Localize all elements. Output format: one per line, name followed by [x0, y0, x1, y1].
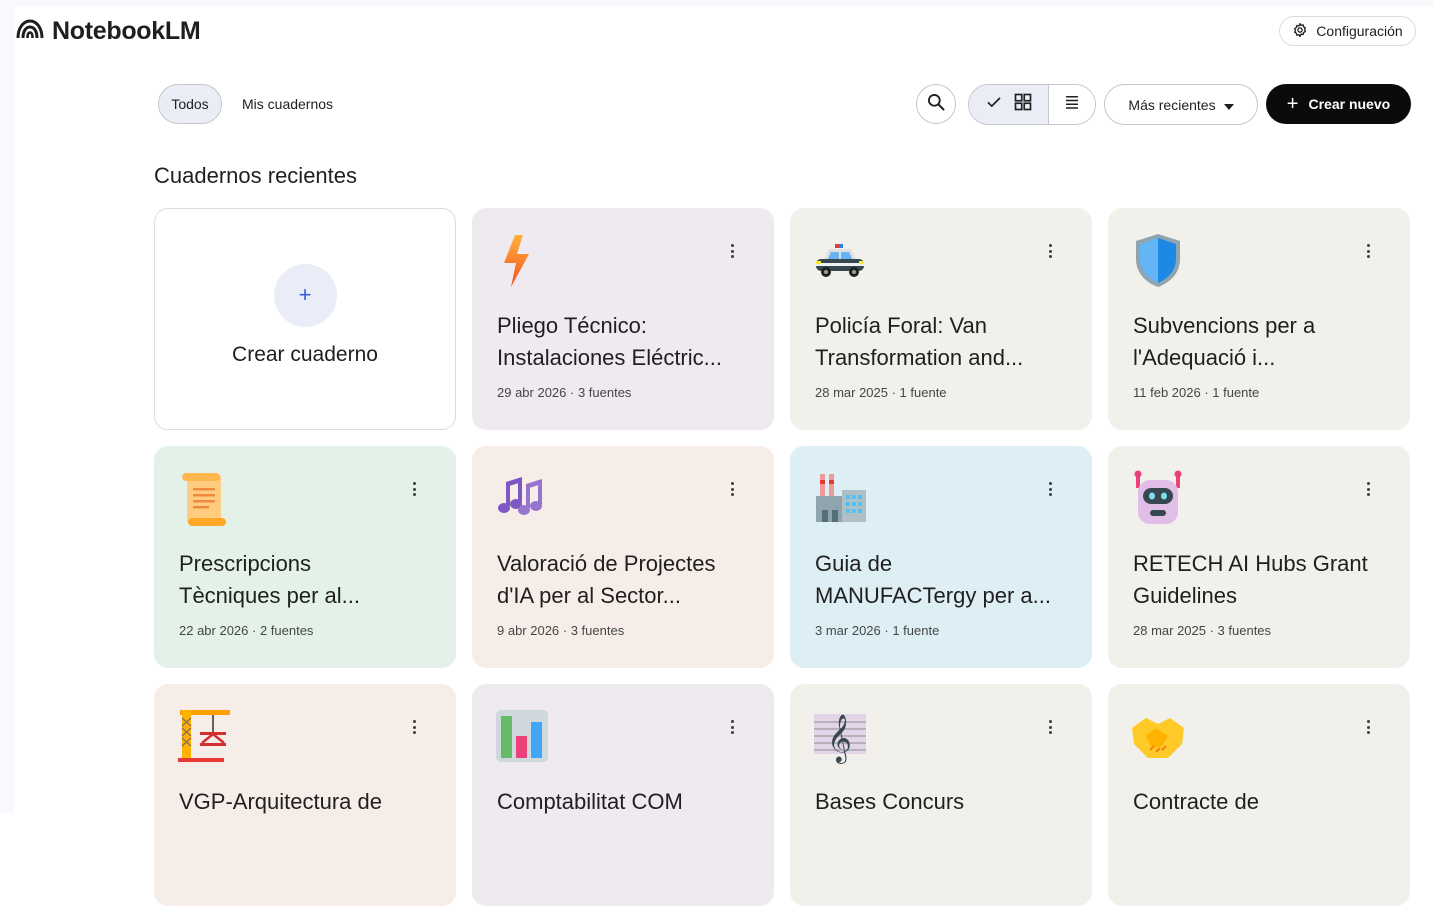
sort-dropdown[interactable]: Más recientes	[1104, 84, 1258, 125]
more-options-icon[interactable]	[1048, 720, 1052, 734]
notebook-card[interactable]: VGP-Arquitectura de	[154, 684, 456, 906]
grid-icon	[1013, 92, 1033, 117]
search-icon	[926, 92, 946, 117]
notebooklm-logo-icon	[16, 18, 44, 45]
notebook-title: VGP-Arquitectura de	[179, 789, 382, 814]
gear-icon	[1292, 22, 1308, 41]
notebook-meta: 28 mar 2025 · 3 fuentes	[1133, 623, 1272, 638]
notebook-title: Prescripcions Tècniques per al...	[179, 551, 360, 608]
search-button[interactable]	[916, 84, 956, 124]
notebook-title: Bases Concurs	[815, 789, 965, 814]
handshake-emoji-icon	[1132, 718, 1184, 758]
sort-label: Más recientes	[1128, 96, 1216, 113]
create-notebook-label: Crear cuaderno	[232, 342, 378, 366]
police-car-emoji-icon	[816, 244, 864, 277]
more-options-icon[interactable]	[1366, 482, 1370, 496]
more-options-icon[interactable]	[412, 720, 416, 734]
plus-icon: +	[273, 263, 337, 327]
notebook-meta: 28 mar 2025 · 1 fuente	[815, 385, 947, 400]
notebook-card[interactable]: Comptabilitat COM	[472, 684, 774, 906]
notebook-title: Comptabilitat COM	[497, 789, 683, 814]
notebook-card[interactable]: Guia de MANUFACTergy per a... 3 mar 2026…	[790, 446, 1092, 668]
notebook-meta: 3 mar 2026 · 1 fuente	[815, 623, 940, 638]
plus-icon: +	[1286, 93, 1299, 115]
notebook-meta: 29 abr 2026 · 3 fuentes	[497, 385, 632, 400]
grid-view-button[interactable]	[969, 85, 1049, 124]
more-options-icon[interactable]	[1048, 482, 1052, 496]
more-options-icon[interactable]	[730, 720, 734, 734]
notebook-title: RETECH AI Hubs Grant Guidelines	[1133, 551, 1368, 608]
notebook-card[interactable]: Pliego Técnico: Instalaciones Eléctric..…	[472, 208, 774, 430]
notebook-title: Policía Foral: Van Transformation and...	[815, 313, 1024, 370]
section-title: Cuadernos recientes	[154, 163, 358, 188]
notebook-meta: 22 abr 2026 · 2 fuentes	[179, 623, 314, 638]
notebook-card[interactable]: RETECH AI Hubs Grant Guidelines 28 mar 2…	[1108, 446, 1410, 668]
create-notebook-card[interactable]: + Crear cuaderno	[154, 208, 456, 430]
notebook-card[interactable]: Subvencions per a l'Adequació i... 11 fe…	[1108, 208, 1410, 430]
notebook-title: Guia de MANUFACTergy per a...	[815, 551, 1051, 608]
notebook-card[interactable]: Prescripcions Tècniques per al... 22 abr…	[154, 446, 456, 668]
notebook-grid: + Crear cuaderno Pliego Técnico: Instala…	[154, 208, 1412, 906]
more-options-icon[interactable]	[1048, 244, 1052, 258]
more-options-icon[interactable]	[1366, 720, 1370, 734]
filter-all-chip[interactable]: Todos	[158, 84, 222, 124]
notebook-card[interactable]: Contracte de	[1108, 684, 1410, 906]
app-logo[interactable]: NotebookLM	[16, 17, 201, 46]
more-options-icon[interactable]	[730, 482, 734, 496]
notebook-card[interactable]: Policía Foral: Van Transformation and...…	[790, 208, 1092, 430]
app-title: NotebookLM	[52, 17, 201, 45]
notebook-title: Subvencions per a l'Adequació i...	[1133, 313, 1316, 370]
notebook-meta: 9 abr 2026 · 3 fuentes	[497, 623, 625, 638]
factory-emoji-icon	[816, 474, 866, 522]
settings-button[interactable]: Configuración	[1279, 16, 1416, 46]
svg-text:𝄞: 𝄞	[827, 713, 852, 764]
top-bar-background	[0, 0, 1433, 6]
notebook-title: Valoració de Projectes d'IA per al Secto…	[497, 551, 716, 608]
view-mode-toggle	[968, 84, 1096, 125]
more-options-icon[interactable]	[412, 482, 416, 496]
list-view-button[interactable]	[1049, 85, 1095, 124]
shield-emoji-icon	[1136, 234, 1180, 287]
settings-label: Configuración	[1316, 23, 1403, 39]
bar-chart-emoji-icon	[496, 710, 548, 762]
notebook-card[interactable]: 𝄞 Bases Concurs	[790, 684, 1092, 906]
notebook-title: Pliego Técnico: Instalaciones Eléctric..…	[497, 313, 722, 370]
create-new-label: Crear nuevo	[1308, 96, 1391, 112]
music-score-emoji-icon: 𝄞	[814, 713, 866, 764]
check-icon	[985, 93, 1003, 116]
more-options-icon[interactable]	[730, 244, 734, 258]
music-notes-emoji-icon	[498, 477, 542, 515]
notebook-title: Contracte de	[1133, 789, 1259, 814]
left-rail	[0, 0, 14, 813]
crane-emoji-icon	[178, 710, 230, 762]
filter-my-notebooks-chip[interactable]: Mis cuadernos	[232, 84, 343, 124]
caret-down-icon	[1223, 97, 1234, 113]
scroll-emoji-icon	[182, 473, 226, 526]
robot-emoji-icon	[1134, 470, 1182, 524]
notebook-meta: 11 feb 2026 · 1 fuente	[1133, 385, 1260, 400]
more-options-icon[interactable]	[1366, 244, 1370, 258]
list-icon	[1063, 93, 1081, 116]
lightning-emoji-icon	[504, 235, 529, 287]
create-new-button[interactable]: + Crear nuevo	[1266, 84, 1411, 124]
notebook-card[interactable]: Valoració de Projectes d'IA per al Secto…	[472, 446, 774, 668]
